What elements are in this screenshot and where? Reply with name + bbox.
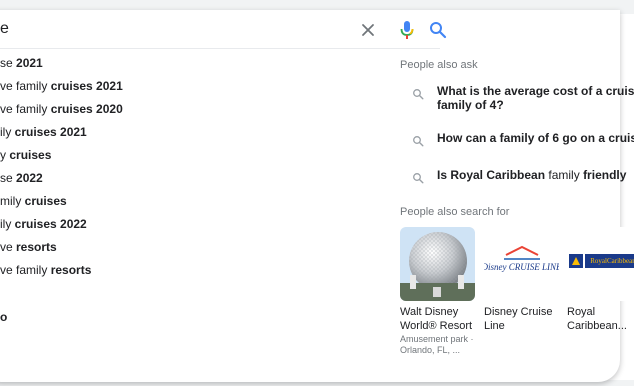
autocomplete-suggestion[interactable]: se 2021: [0, 53, 380, 73]
epcot-sphere-photo: [400, 227, 475, 301]
search-icon: [430, 22, 447, 39]
autocomplete-suggestion[interactable]: ily cruises 2022: [0, 214, 380, 234]
svg-text:Disney CRUISE LINE: Disney CRUISE LINE: [484, 262, 559, 272]
clear-search-button[interactable]: [358, 20, 378, 40]
autocomplete-suggestion[interactable]: ily cruises 2021: [0, 122, 380, 142]
mic-icon: [400, 21, 414, 39]
autocomplete-suggestion[interactable]: ve family cruises 2021: [0, 76, 380, 96]
related-entity-card[interactable]: Walt Disney World® Resort Amusement park…: [400, 227, 480, 357]
disney-cruise-line-logo: Disney CRUISE LINE: [484, 227, 559, 301]
card-title: Walt Disney World® Resort: [400, 306, 473, 332]
svg-text:RoyalCaribbean: RoyalCaribbean: [590, 257, 634, 265]
related-entity-card[interactable]: Disney CRUISE LINE Disney Cruise Line: [484, 227, 564, 337]
people-also-ask-item[interactable]: Is Royal Caribbean family friendly: [400, 168, 634, 184]
search-divider: [0, 48, 440, 49]
search-bar: [0, 10, 634, 48]
question-text: What is the average cost of a cruis famil…: [437, 84, 634, 112]
autocomplete-suggestion[interactable]: mily cruises: [0, 191, 380, 211]
autocomplete-suggestion[interactable]: o: [0, 307, 380, 327]
autocomplete-suggestion[interactable]: y cruises: [0, 145, 380, 165]
autocomplete-suggestion[interactable]: ve resorts: [0, 237, 380, 257]
search-icon: [413, 136, 424, 147]
people-also-ask-heading: People also ask: [400, 59, 478, 71]
royal-caribbean-logo: RoyalCaribbean: [567, 227, 634, 301]
people-also-ask-item[interactable]: What is the average cost of a cruis famil…: [400, 84, 634, 114]
card-title: Royal Caribbean...: [567, 306, 627, 332]
card-title: Disney Cruise Line: [484, 306, 553, 332]
people-also-search-for-heading: People also search for: [400, 206, 510, 218]
autocomplete-suggestion[interactable]: ve family cruises 2020: [0, 99, 380, 119]
search-icon: [413, 173, 424, 184]
question-text: Is Royal Caribbean family friendly: [437, 168, 627, 182]
card-subtitle: Amusement park · Orlando, FL, ...: [400, 334, 474, 355]
question-text: How can a family of 6 go on a cruis: [437, 131, 634, 145]
search-icon: [413, 89, 424, 100]
voice-search-button[interactable]: [398, 19, 416, 41]
search-submit-button[interactable]: [428, 20, 448, 40]
close-icon: [362, 24, 374, 36]
people-also-ask-item[interactable]: How can a family of 6 go on a cruis: [400, 131, 634, 147]
autocomplete-suggestion[interactable]: ve family resorts: [0, 260, 380, 280]
autocomplete-suggestion[interactable]: se 2022: [0, 168, 380, 188]
search-input[interactable]: [0, 18, 340, 40]
related-entity-card[interactable]: RoyalCaribbean Royal Caribbean...: [567, 227, 634, 337]
